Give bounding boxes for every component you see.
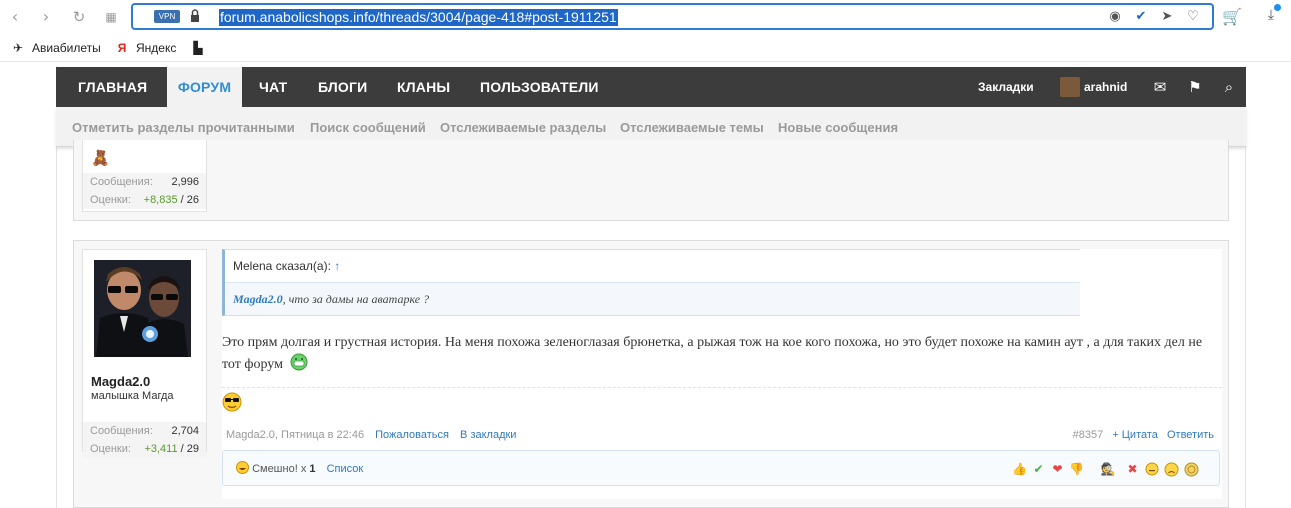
bookmark-link[interactable]: В закладки <box>460 429 516 441</box>
quote-block: Melena сказал(а): ↑ Magda2.0, что за дам… <box>222 249 1080 316</box>
grin-smiley-icon <box>290 353 308 371</box>
forward-icon[interactable]: › <box>37 8 55 26</box>
camera-icon[interactable]: ◉ <box>1107 9 1123 25</box>
post-magda: Magda2.0 малышка Магда Сообщения: 2,704 … <box>73 240 1229 508</box>
cross-icon[interactable]: ✖ <box>1125 462 1140 477</box>
ratings-summary: Смешно! x 1 Список 👍 ✔ ❤ 👎 🕵 ✖ <box>222 450 1220 486</box>
lock-icon <box>191 9 199 22</box>
subnav-watched-threads[interactable]: Отслеживаемые темы <box>620 120 764 135</box>
report-link[interactable]: Пожаловаться <box>375 429 449 441</box>
subnav-watched-forums[interactable]: Отслеживаемые разделы <box>440 120 606 135</box>
post-number[interactable]: #8357 <box>1073 429 1104 441</box>
sad-smiley-icon[interactable] <box>1164 462 1179 477</box>
url-text[interactable]: forum.anabolicshops.info/threads/3004/pa… <box>219 9 618 26</box>
nav-home[interactable]: ГЛАВНАЯ <box>70 67 155 107</box>
ratings-list-link[interactable]: Список <box>327 463 364 475</box>
notification-dot-icon <box>1274 4 1281 11</box>
stat-ratings: Оценки: +8,835 / 26 <box>83 191 206 209</box>
subnav-search-posts[interactable]: Поиск сообщений <box>310 120 426 135</box>
avatar-image <box>94 260 191 357</box>
subnav-new-posts[interactable]: Новые сообщения <box>778 120 898 135</box>
nav-users[interactable]: ПОЛЬЗОВАТЕЛИ <box>472 67 607 107</box>
browser-toolbar: ‹ › ↻ ▦ VPN forum.anabolicshops.info/thr… <box>0 0 1291 34</box>
nav-clans[interactable]: КЛАНЫ <box>389 67 458 107</box>
vpn-badge[interactable]: VPN <box>154 10 180 23</box>
shield-check-icon[interactable]: ✔ <box>1133 9 1149 25</box>
laugh-smiley-icon <box>236 461 249 474</box>
user-info-panel: Magda2.0 малышка Магда Сообщения: 2,704 … <box>82 249 207 458</box>
back-icon[interactable]: ‹ <box>6 8 24 26</box>
envelope-icon[interactable]: ✉ <box>1150 77 1170 97</box>
cool-smiley-icon <box>222 392 242 412</box>
document-icon: ▙ <box>193 41 203 55</box>
username[interactable]: Magda2.0 <box>91 374 150 389</box>
quote-jump-arrow-icon[interactable]: ↑ <box>334 259 340 273</box>
stat-ratings: Оценки: +3,411 / 29 <box>83 440 206 458</box>
bookmarks-bar: ✈ Авиабилеты Я Яндекс ▙ <box>0 34 1291 62</box>
flag-icon[interactable]: ⚑ <box>1185 77 1205 97</box>
address-bar[interactable]: VPN forum.anabolicshops.info/threads/300… <box>131 3 1214 30</box>
checkmark-icon[interactable]: ✔ <box>1031 462 1046 477</box>
quote-content: Magda2.0, что за дамы на аватарке ? <box>225 282 1080 315</box>
thumbs-down-icon[interactable]: 👎 <box>1069 462 1084 477</box>
user-avatar[interactable] <box>1060 77 1080 97</box>
signature-divider <box>222 387 1222 388</box>
ratings-text: Смешно! x 1 Список <box>236 461 363 475</box>
nav-blogs[interactable]: БЛОГИ <box>310 67 375 107</box>
teddy-bear-icon: 🧸 <box>91 149 110 167</box>
reply-link[interactable]: Ответить <box>1167 429 1214 441</box>
bookmark-yandex[interactable]: Я Яндекс <box>114 40 177 56</box>
avatar[interactable] <box>94 260 191 357</box>
spy-smiley-icon[interactable]: 🕵 <box>1097 462 1119 477</box>
post-meta: Magda2.0, Пятница в 22:46 Пожаловаться В… <box>226 429 516 441</box>
quote-header: Melena сказал(а): ↑ <box>225 250 1080 282</box>
nav-chat[interactable]: ЧАТ <box>251 67 295 107</box>
neutral-smiley-icon[interactable] <box>1144 462 1159 477</box>
user-title: малышка Магда <box>91 390 174 402</box>
post-author-time[interactable]: Magda2.0, Пятница в 22:46 <box>226 429 364 441</box>
message-body: Melena сказал(а): ↑ Magda2.0, что за дам… <box>222 249 1222 499</box>
quote-mention[interactable]: Magda2.0 <box>233 292 283 306</box>
search-icon[interactable]: ⌕ <box>1219 77 1239 97</box>
stat-messages: Сообщения: 2,704 <box>83 422 206 440</box>
reload-icon[interactable]: ↻ <box>70 8 88 26</box>
bookmark-aviabilety[interactable]: ✈ Авиабилеты <box>10 40 101 56</box>
yandex-icon: Я <box>117 41 127 55</box>
post-previous: 🧸 Сообщения: 2,996 Оценки: +8,835 / 26 <box>73 140 1229 221</box>
plane-icon: ✈ <box>12 41 24 55</box>
main-navigation: ГЛАВНАЯ ФОРУМ ЧАТ БЛОГИ КЛАНЫ ПОЛЬЗОВАТЕ… <box>56 67 1246 107</box>
nav-bookmarks[interactable]: Закладки <box>978 67 1034 107</box>
user-info-panel: 🧸 Сообщения: 2,996 Оценки: +8,835 / 26 <box>82 140 207 212</box>
medal-icon[interactable] <box>1184 462 1199 477</box>
cart-icon[interactable]: 🛒 <box>1222 7 1242 27</box>
post-actions: #8357 + Цитата Ответить <box>1073 429 1214 441</box>
nav-username[interactable]: arahnid <box>1084 67 1127 107</box>
heart-icon[interactable]: ❤ <box>1050 462 1065 477</box>
bookmark-document[interactable]: ▙ <box>190 40 212 56</box>
message-text: Это прям долгая и грустная история. На м… <box>222 335 1203 372</box>
quote-link[interactable]: + Цитата <box>1112 429 1158 441</box>
send-icon[interactable]: ➤ <box>1159 9 1175 25</box>
tabs-grid-icon[interactable]: ▦ <box>102 8 120 26</box>
subnav-mark-read[interactable]: Отметить разделы прочитанными <box>72 120 295 135</box>
thumbs-up-icon[interactable]: 👍 <box>1012 462 1027 477</box>
nav-forum[interactable]: ФОРУМ <box>167 67 242 107</box>
stat-messages: Сообщения: 2,996 <box>83 173 206 191</box>
heart-outline-icon[interactable]: ♡ <box>1185 9 1201 25</box>
